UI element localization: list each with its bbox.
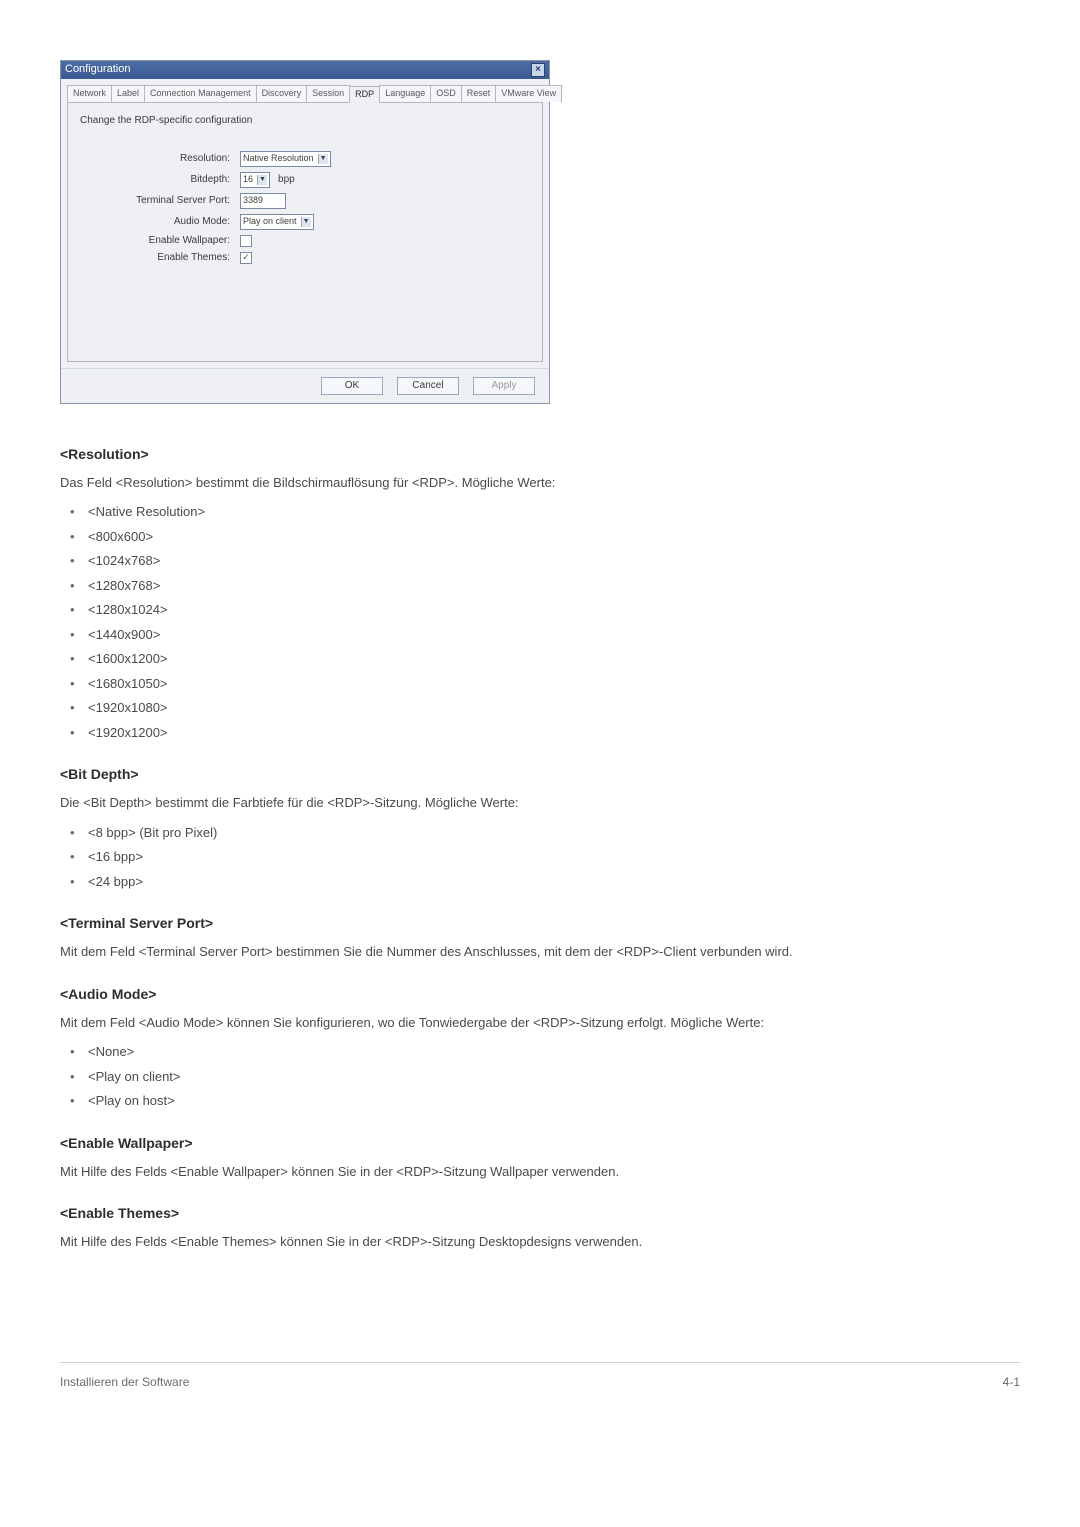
list-item: <1440x900> <box>60 625 1020 645</box>
list-item: <Play on client> <box>60 1067 1020 1087</box>
dialog-title: Configuration <box>65 63 130 76</box>
footer-left: Installieren der Software <box>60 1373 189 1391</box>
row-wallpaper: Enable Wallpaper: <box>80 235 530 247</box>
config-dialog: Configuration × NetworkLabelConnection M… <box>60 60 550 404</box>
select-audio-value: Play on client <box>243 216 297 227</box>
input-port-value: 3389 <box>243 195 263 206</box>
cancel-button[interactable]: Cancel <box>397 377 459 395</box>
checkbox-themes[interactable]: ✓ <box>240 252 252 264</box>
chevron-down-icon: ▼ <box>318 154 328 164</box>
list-item: <1024x768> <box>60 551 1020 571</box>
para-wallpaper: Mit Hilfe des Felds <Enable Wallpaper> k… <box>60 1162 1020 1182</box>
heading-port: <Terminal Server Port> <box>60 913 1020 934</box>
list-item: <800x600> <box>60 527 1020 547</box>
label-bitdepth: Bitdepth: <box>80 174 240 186</box>
list-item: <8 bpp> (Bit pro Pixel) <box>60 823 1020 843</box>
chevron-down-icon: ▼ <box>301 217 311 227</box>
footer-right: 4-1 <box>1003 1373 1020 1391</box>
label-themes: Enable Themes: <box>80 252 240 264</box>
row-resolution: Resolution: Native Resolution ▼ <box>80 151 530 167</box>
tab-reset[interactable]: Reset <box>461 85 497 102</box>
bitdepth-unit: bpp <box>278 174 295 186</box>
tab-vmware-view[interactable]: VMware View <box>495 85 562 102</box>
panel-intro: Change the RDP-specific configuration <box>80 115 530 127</box>
para-port: Mit dem Feld <Terminal Server Port> best… <box>60 942 1020 962</box>
select-resolution-value: Native Resolution <box>243 153 314 164</box>
tab-label[interactable]: Label <box>111 85 145 102</box>
list-item: <1920x1080> <box>60 698 1020 718</box>
close-icon[interactable]: × <box>531 63 545 77</box>
heading-resolution: <Resolution> <box>60 444 1020 465</box>
ok-button[interactable]: OK <box>321 377 383 395</box>
para-resolution: Das Feld <Resolution> bestimmt die Bilds… <box>60 473 1020 493</box>
list-item: <16 bpp> <box>60 847 1020 867</box>
row-audio: Audio Mode: Play on client ▼ <box>80 214 530 230</box>
list-item: <1280x768> <box>60 576 1020 596</box>
tab-connection-management[interactable]: Connection Management <box>144 85 257 102</box>
list-item: <Native Resolution> <box>60 502 1020 522</box>
para-themes: Mit Hilfe des Felds <Enable Themes> könn… <box>60 1232 1020 1252</box>
list-item: <1280x1024> <box>60 600 1020 620</box>
para-audio: Mit dem Feld <Audio Mode> können Sie kon… <box>60 1013 1020 1033</box>
tab-network[interactable]: Network <box>67 85 112 102</box>
row-themes: Enable Themes: ✓ <box>80 252 530 264</box>
dialog-button-bar: OK Cancel Apply <box>61 368 549 403</box>
select-resolution[interactable]: Native Resolution ▼ <box>240 151 331 167</box>
dialog-titlebar: Configuration × <box>61 61 549 79</box>
label-resolution: Resolution: <box>80 153 240 165</box>
para-bitdepth: Die <Bit Depth> bestimmt die Farbtiefe f… <box>60 793 1020 813</box>
tab-panel-rdp: Change the RDP-specific configuration Re… <box>67 102 543 362</box>
heading-bitdepth: <Bit Depth> <box>60 764 1020 785</box>
tab-discovery[interactable]: Discovery <box>256 85 308 102</box>
tab-language[interactable]: Language <box>379 85 431 102</box>
list-item: <None> <box>60 1042 1020 1062</box>
heading-audio: <Audio Mode> <box>60 984 1020 1005</box>
tab-rdp[interactable]: RDP <box>349 86 380 103</box>
list-item: <1600x1200> <box>60 649 1020 669</box>
screenshot-dialog: Configuration × NetworkLabelConnection M… <box>60 60 1020 404</box>
list-resolution: <Native Resolution> <800x600> <1024x768> <1… <box>60 502 1020 742</box>
list-item: <24 bpp> <box>60 872 1020 892</box>
select-bitdepth[interactable]: 16 ▼ <box>240 172 270 188</box>
page-footer: Installieren der Software 4-1 <box>60 1362 1020 1391</box>
tab-bar: NetworkLabelConnection ManagementDiscove… <box>61 79 549 102</box>
list-audio: <None> <Play on client> <Play on host> <box>60 1042 1020 1111</box>
apply-button[interactable]: Apply <box>473 377 535 395</box>
input-port[interactable]: 3389 <box>240 193 286 209</box>
row-bitdepth: Bitdepth: 16 ▼ bpp <box>80 172 530 188</box>
list-item: <Play on host> <box>60 1091 1020 1111</box>
list-bitdepth: <8 bpp> (Bit pro Pixel) <16 bpp> <24 bpp> <box>60 823 1020 892</box>
checkbox-wallpaper[interactable] <box>240 235 252 247</box>
select-audio[interactable]: Play on client ▼ <box>240 214 314 230</box>
heading-themes: <Enable Themes> <box>60 1203 1020 1224</box>
select-bitdepth-value: 16 <box>243 174 253 185</box>
label-audio: Audio Mode: <box>80 216 240 228</box>
label-port: Terminal Server Port: <box>80 195 240 207</box>
list-item: <1920x1200> <box>60 723 1020 743</box>
chevron-down-icon: ▼ <box>257 175 267 185</box>
tab-session[interactable]: Session <box>306 85 350 102</box>
list-item: <1680x1050> <box>60 674 1020 694</box>
label-wallpaper: Enable Wallpaper: <box>80 235 240 247</box>
tab-osd[interactable]: OSD <box>430 85 462 102</box>
row-port: Terminal Server Port: 3389 <box>80 193 530 209</box>
heading-wallpaper: <Enable Wallpaper> <box>60 1133 1020 1154</box>
